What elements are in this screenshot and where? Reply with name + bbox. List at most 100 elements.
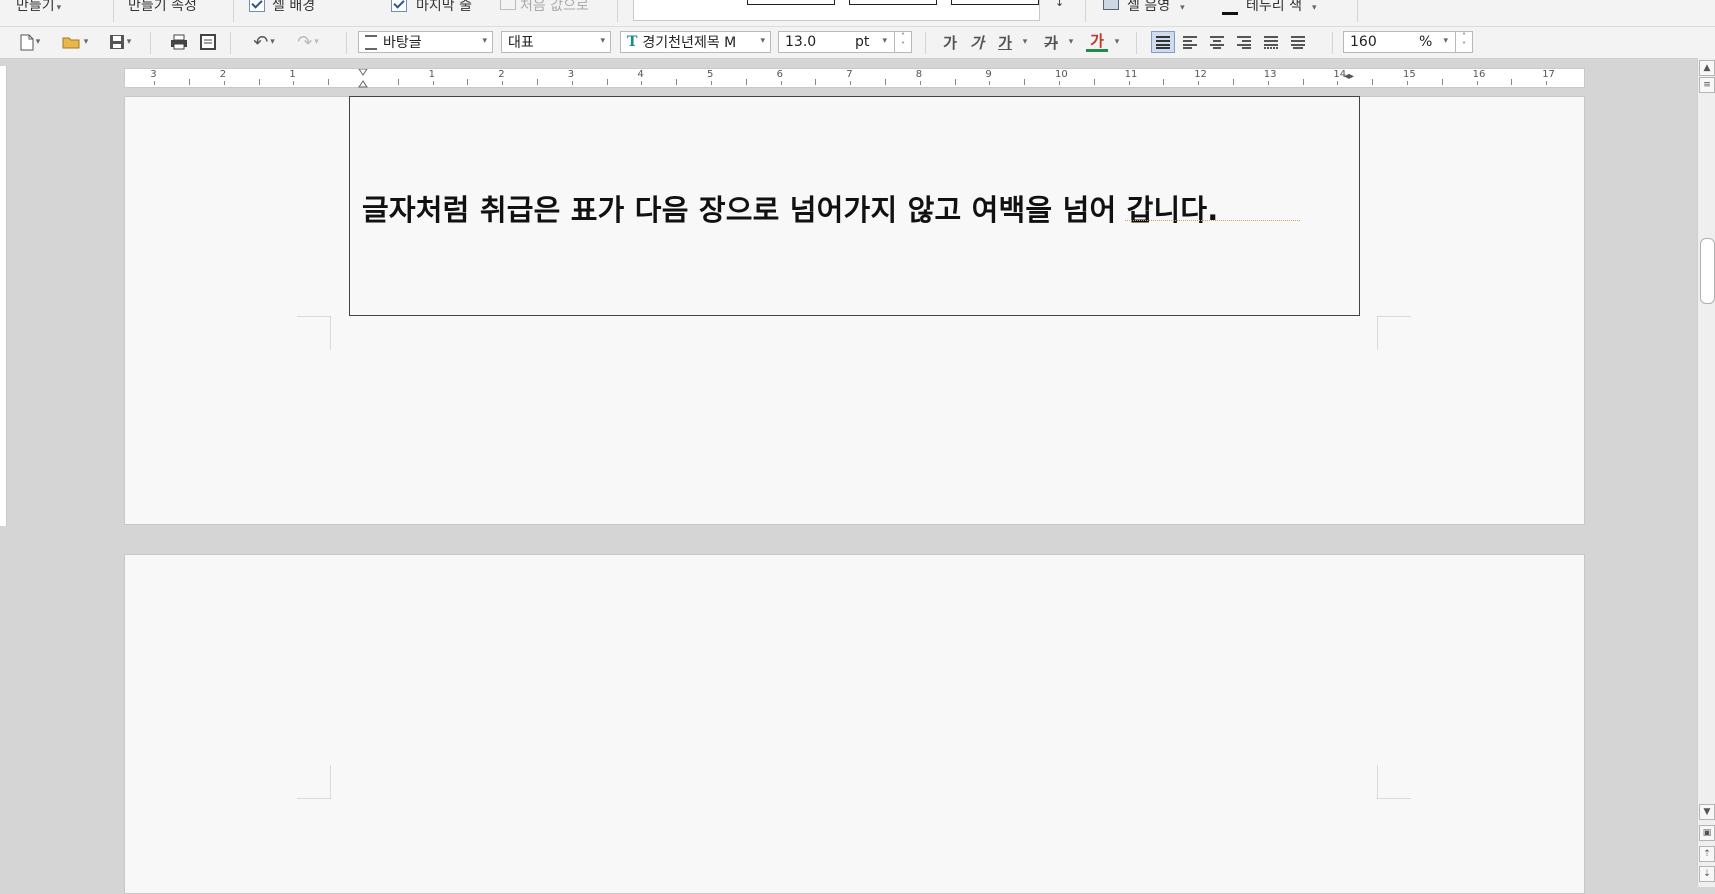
scroll-page-up-button[interactable]: ≡ (1699, 77, 1715, 93)
border-style-option[interactable] (951, 0, 1039, 5)
new-document-button[interactable]: ▾ (10, 31, 50, 53)
default-value-button[interactable]: 처음 값으로 (500, 0, 589, 15)
ruler-tick (467, 79, 469, 85)
double-chevron-up-icon: ≡ (1703, 80, 1711, 90)
page-2[interactable] (124, 554, 1585, 894)
align-center-icon (1210, 36, 1224, 49)
ruler-tick (397, 79, 399, 85)
text-color-button[interactable]: 가 (1086, 31, 1108, 52)
print-button[interactable] (166, 31, 192, 53)
underline-button[interactable]: 가 (994, 31, 1016, 53)
text-color-options-button[interactable]: ▾ (1110, 31, 1122, 53)
ruler-tick (1128, 81, 1130, 85)
italic-button[interactable]: 가 (967, 31, 987, 53)
cell-layout-checkbox[interactable] (249, 0, 265, 12)
ruler-label: 11 (1124, 69, 1138, 80)
strikethrough-options-button[interactable]: ▾ (1064, 31, 1076, 53)
align-right-button[interactable] (1232, 31, 1256, 53)
underline-options-button[interactable]: ▾ (1018, 31, 1030, 53)
separator (1136, 32, 1137, 54)
pen-icon (1222, 12, 1238, 15)
ruler-tick (328, 79, 330, 85)
distribute-button[interactable] (1259, 31, 1283, 53)
divide-button[interactable] (1286, 31, 1310, 53)
ruler-tick (1372, 79, 1374, 85)
ruler-tick (711, 81, 712, 85)
border-style-option[interactable] (747, 0, 835, 5)
border-color-button[interactable]: 테두리 색 ▾ (1222, 0, 1317, 15)
distribute-icon (1264, 36, 1278, 49)
separator (1085, 0, 1086, 22)
align-justify-button[interactable] (1151, 31, 1175, 53)
right-margin-marker[interactable]: ◂▸ (1344, 71, 1358, 85)
last-line-checkbox[interactable] (391, 0, 407, 12)
cell-layout-label: 셀 배경 (272, 0, 316, 14)
ruler-tick (1163, 79, 1165, 85)
preview-icon (200, 34, 216, 50)
language-value: 대표 (508, 35, 534, 51)
bold-button[interactable]: 가 (940, 31, 960, 53)
ruler-tick (1546, 81, 1548, 85)
ruler-tick (1059, 81, 1060, 85)
truetype-font-icon: T (627, 34, 638, 50)
align-center-button[interactable] (1205, 31, 1229, 53)
double-chevron-up-icon: ⇡ (1703, 849, 1711, 859)
undo-button[interactable]: ↶ ▾ (244, 31, 284, 53)
paragraph-style-icon (365, 34, 377, 50)
scroll-up-button[interactable]: ▲ (1699, 60, 1715, 76)
separator (346, 32, 347, 54)
ruler-tick (850, 81, 852, 85)
open-button[interactable]: ▾ (55, 31, 95, 53)
vertical-ruler[interactable] (0, 66, 7, 526)
redo-button[interactable]: ↷ ▾ (288, 31, 328, 53)
align-justify-icon (1156, 36, 1170, 49)
print-preview-button[interactable] (196, 31, 220, 53)
font-size-spinner[interactable]: ˄ ˅ (894, 32, 911, 52)
separator (150, 32, 151, 54)
zoom-field[interactable]: 160 % ▾ ˄ ˅ (1343, 31, 1473, 53)
ruler-label: 5 (707, 69, 714, 80)
separator (233, 0, 234, 22)
table-cell[interactable]: 글자처럼 취급은 표가 다음 장으로 넘어가지 않고 여백을 넘어 갑니다. (349, 96, 1360, 316)
ruler-label: 3 (150, 69, 157, 80)
table-cell-text[interactable]: 글자처럼 취급은 표가 다음 장으로 넘어가지 않고 여백을 넘어 갑니다. (362, 187, 1219, 229)
font-select[interactable]: T 경기천년제목 M ▾ (620, 31, 771, 53)
border-style-option[interactable] (849, 0, 937, 5)
chevron-down-icon: ▼ (1703, 807, 1711, 817)
ruler-label: 7 (846, 69, 853, 80)
paragraph-style-select[interactable]: 바탕글 ▾ (358, 31, 493, 53)
scroll-down-button[interactable]: ▼ (1699, 804, 1715, 820)
page-icon: ▣ (1702, 828, 1712, 838)
strikethrough-button[interactable]: 가 (1040, 31, 1062, 53)
make-menu[interactable]: 만들기 ▾ (16, 0, 61, 15)
ruler-tick (258, 79, 260, 85)
ruler-tick (780, 81, 782, 85)
prev-page-button[interactable]: ⇡ (1699, 846, 1715, 862)
cell-shading-button[interactable]: 셀 음영 ▾ (1103, 0, 1185, 15)
language-select[interactable]: 대표 ▾ (501, 31, 611, 53)
save-button[interactable]: ▾ (100, 31, 140, 53)
vertical-scrollbar[interactable]: ▲ ≡ ▼ ▣ ⇡ ⇣ (1697, 58, 1715, 887)
page-view-button[interactable]: ▣ (1699, 825, 1715, 841)
chevron-down-icon: ▾ (1443, 36, 1448, 46)
ruler-tick (432, 81, 434, 85)
font-size-field[interactable]: 13.0 pt ▾ ˄ ˅ (778, 31, 912, 53)
ruler-tick (954, 79, 956, 85)
next-page-button[interactable]: ⇣ (1699, 866, 1715, 882)
indent-marker[interactable] (358, 68, 368, 88)
undo-icon: ↶ (253, 31, 269, 53)
make-props-button[interactable]: 만들기 속성 (128, 0, 197, 15)
scrollbar-thumb[interactable] (1700, 238, 1715, 304)
align-right-icon (1237, 36, 1251, 49)
horizontal-ruler[interactable]: 3 2 1 1 2 3 4 5 6 7 8 9 10 11 12 13 14 15 16 17 ◂▸ (124, 68, 1585, 88)
gallery-scroll-down-icon[interactable]: ↓ (1055, 0, 1064, 9)
ruler-tick (1233, 79, 1234, 85)
ruler-tick (1476, 81, 1478, 85)
align-left-button[interactable] (1178, 31, 1202, 53)
ruler-label: 8 (915, 69, 923, 80)
double-chevron-down-icon: ⇣ (1703, 869, 1711, 879)
zoom-spinner[interactable]: ˄ ˅ (1455, 32, 1472, 52)
paragraph-style-value: 바탕글 (383, 35, 422, 51)
ruler-label: 2 (498, 69, 505, 80)
border-style-gallery[interactable] (633, 0, 1040, 21)
